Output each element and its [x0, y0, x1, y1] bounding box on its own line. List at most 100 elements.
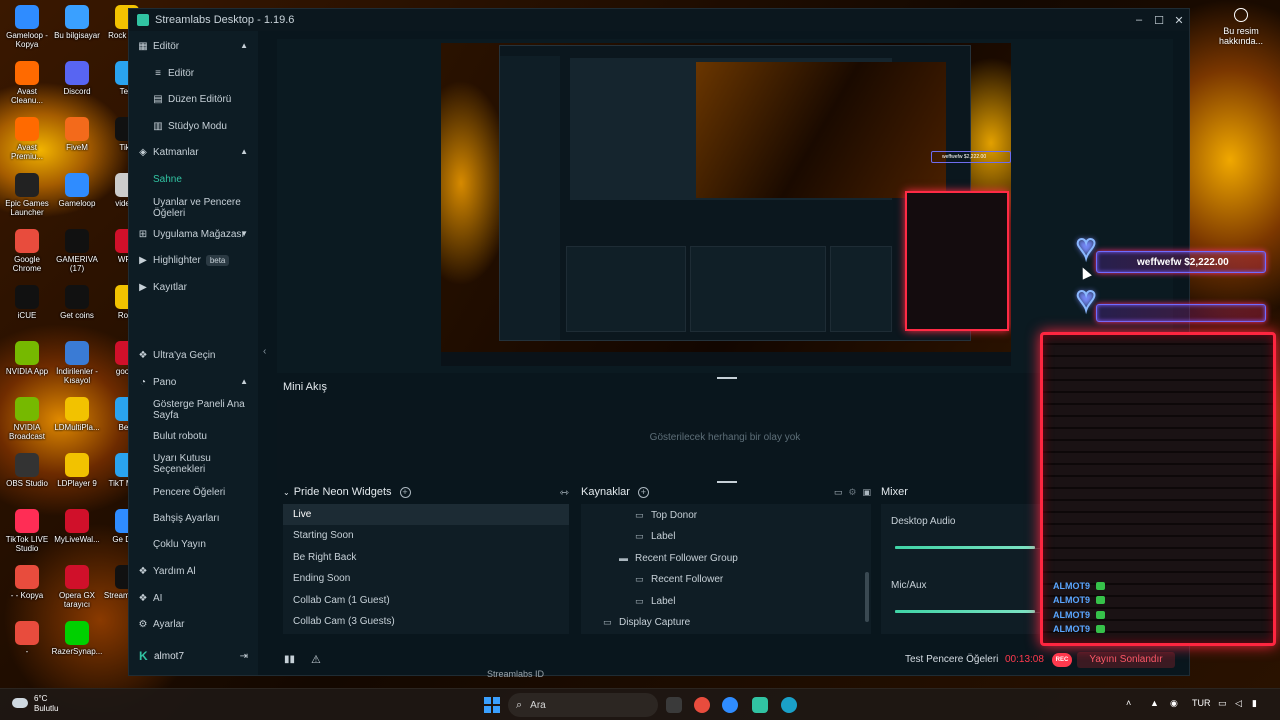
tray-app-icon[interactable]: ▲ [1150, 698, 1159, 708]
source-settings-icon[interactable]: ⚙ [848, 487, 856, 498]
desktop-icon[interactable]: Google Chrome [0, 224, 54, 273]
task-view-icon[interactable] [666, 697, 682, 713]
volume-icon[interactable]: ◁ [1235, 698, 1242, 709]
desktop-icon[interactable]: Avast Cleanu... [0, 56, 54, 105]
source-item[interactable]: ▬ Recent Follower Group [619, 553, 738, 564]
chevron-down-icon[interactable]: ▼ [240, 229, 248, 238]
sidebar-item[interactable]: ❖ Ultra'ya Geçin [129, 350, 258, 361]
close-icon[interactable]: ✕ [1169, 14, 1189, 27]
browser-taskbar-icon[interactable] [722, 697, 738, 713]
desktop-icon[interactable]: Avast Premiu... [0, 112, 54, 161]
chevron-down-icon[interactable]: ⌄ [283, 488, 290, 497]
desktop-icon[interactable]: Get coins [50, 280, 104, 320]
desktop-icon[interactable]: - [0, 616, 54, 656]
desktop-icon[interactable]: NVIDIA App [0, 336, 54, 376]
mixer-volume-bar[interactable] [895, 610, 1035, 613]
sidebar-item[interactable]: ⚙ Ayarlar [129, 619, 258, 630]
streamlabs-taskbar-icon[interactable] [752, 697, 768, 713]
sidebar-item[interactable]: Uyanlar ve Pencere Öğeleri [129, 197, 258, 219]
edge-taskbar-icon[interactable] [781, 697, 797, 713]
sidebar-item[interactable]: ▶ Kayıtlar [129, 282, 258, 293]
sidebar-item[interactable]: Bulut robotu [129, 431, 258, 442]
desktop-icon[interactable]: Gameloop - Kopya [0, 0, 54, 49]
about-image-desktop-icon[interactable]: Bu resim hakkında... [1214, 8, 1268, 46]
scenes-title[interactable]: Pride Neon Widgets [294, 486, 392, 498]
source-item[interactable]: ▭ Display Capture [603, 617, 690, 628]
weather-widget[interactable]: 6°C Bulutlu [12, 694, 58, 714]
user-row[interactable]: K almot7 ⇥ [129, 647, 258, 665]
sidebar-item[interactable]: Çoklu Yayın [129, 539, 258, 550]
end-stream-button[interactable]: Yayını Sonlandır [1077, 652, 1175, 668]
sidebar-item[interactable]: Gösterge Paneli Ana Sayfa [129, 399, 258, 421]
desktop-icon[interactable]: GAMERIVA (17) [50, 224, 104, 273]
sidebar-item[interactable]: Bahşiş Ayarları [129, 513, 258, 524]
scene-item[interactable]: Live [283, 504, 569, 526]
sidebar-item[interactable]: Pencere Öğeleri [129, 487, 258, 498]
maximize-icon[interactable]: ☐ [1149, 14, 1169, 27]
sources-scrollbar[interactable] [865, 572, 869, 622]
alert-icon[interactable]: ⚠ [311, 653, 321, 666]
source-folder-icon[interactable]: ▭ [834, 487, 843, 498]
desktop-icon[interactable]: İndirilenler - Kısayol [50, 336, 104, 385]
desktop-icon[interactable]: RazerSynap... [50, 616, 104, 656]
scene-item[interactable]: Collab Cam (3 Guests) [283, 611, 569, 632]
chevron-up-icon[interactable]: ▲ [240, 147, 248, 156]
desktop-icon[interactable]: MyLiveWal... [50, 504, 104, 544]
chrome-taskbar-icon[interactable] [694, 697, 710, 713]
chevron-up-icon[interactable]: ▲ [240, 41, 248, 50]
desktop-icon[interactable]: TikTok LIVE Studio [0, 504, 54, 553]
desktop-icon[interactable]: OBS Studio [0, 448, 54, 488]
source-item[interactable]: ▭ Top Donor [635, 510, 697, 521]
microphone-icon[interactable]: ◉ [1170, 698, 1178, 709]
scene-item[interactable]: Collab Cam (1 Guest) [283, 590, 569, 611]
source-item[interactable]: ▭ Label [635, 531, 675, 542]
sidebar-item[interactable]: ❖ Yardım Al [129, 566, 258, 577]
sidebar-item[interactable]: Uyarı Kutusu Seçenekleri [129, 453, 258, 475]
desktop-icon[interactable]: Discord [50, 56, 104, 96]
desktop-icon[interactable]: LDMultiPla... [50, 392, 104, 432]
desktop-icon[interactable]: - - Kopya [0, 560, 54, 600]
desktop-icon[interactable]: iCUE [0, 280, 54, 320]
rec-badge[interactable]: REC [1052, 653, 1072, 667]
chevron-up-icon[interactable]: ▲ [240, 377, 248, 386]
source-item[interactable]: ▭ Label [635, 596, 675, 607]
mixer-volume-bar[interactable] [895, 546, 1035, 549]
taskbar-search[interactable]: ⌕ Ara [508, 693, 658, 717]
scene-item[interactable]: Ending Soon [283, 568, 569, 589]
performance-icon[interactable]: ▮▮ [284, 654, 295, 665]
language-indicator[interactable]: TUR [1192, 698, 1211, 708]
windows-start-icon[interactable] [484, 697, 500, 713]
desktop-icon[interactable]: FiveM [50, 112, 104, 152]
logout-icon[interactable]: ⇥ [240, 651, 248, 662]
sidebar-item[interactable]: ◈ Katmanlar ▲ [129, 147, 258, 158]
resize-handle[interactable] [717, 481, 737, 483]
sidebar-item[interactable]: ▥ Stüdyo Modu [129, 121, 258, 132]
sidebar-item[interactable]: ≡ Editör [129, 68, 258, 79]
resize-handle[interactable] [717, 377, 737, 379]
add-scene-icon[interactable]: + [399, 486, 411, 498]
stream-preview[interactable]: weffwefw $2,222.00 [277, 39, 1173, 373]
sidebar-item[interactable]: ❖ AI [129, 593, 258, 604]
desktop-icon[interactable]: Opera GX tarayıcı [50, 560, 104, 609]
desktop-icon[interactable]: NVIDIA Broadcast [0, 392, 54, 441]
desktop-icon[interactable]: Epic Games Launcher [0, 168, 54, 217]
sidebar-item[interactable]: ⊞ Uygulama Mağazası ▼ [129, 229, 258, 240]
sidebar-item[interactable]: Sahne [129, 174, 258, 185]
sidebar-item[interactable]: ▶ Highlighter beta [129, 255, 258, 266]
scene-transitions-icon[interactable]: ⇿ [560, 486, 569, 499]
desktop-icon[interactable]: Bu bilgisayar [50, 0, 104, 40]
sidebar-item[interactable]: ▤ Düzen Editörü [129, 94, 258, 105]
test-widgets-link[interactable]: Test Pencere Öğeleri [905, 654, 998, 665]
desktop-icon[interactable]: LDPlayer 9 [50, 448, 104, 488]
source-item[interactable]: ▭ Recent Follower [635, 574, 723, 585]
battery-icon[interactable]: ▮ [1252, 698, 1257, 709]
sidebar-item[interactable]: ◔ Pano ▲ [129, 377, 258, 388]
source-group-icon[interactable]: ▣ [862, 487, 871, 498]
minimize-icon[interactable]: – [1129, 14, 1149, 27]
network-icon[interactable]: ▭ [1218, 698, 1227, 709]
scene-item[interactable]: Starting Soon [283, 525, 569, 546]
sidebar-item[interactable]: ▦ Editör ▲ [129, 41, 258, 52]
scene-item[interactable]: Be Right Back [283, 547, 569, 568]
add-source-icon[interactable]: + [637, 486, 649, 498]
tray-chevron-icon[interactable]: ˄ [1126, 698, 1131, 708]
